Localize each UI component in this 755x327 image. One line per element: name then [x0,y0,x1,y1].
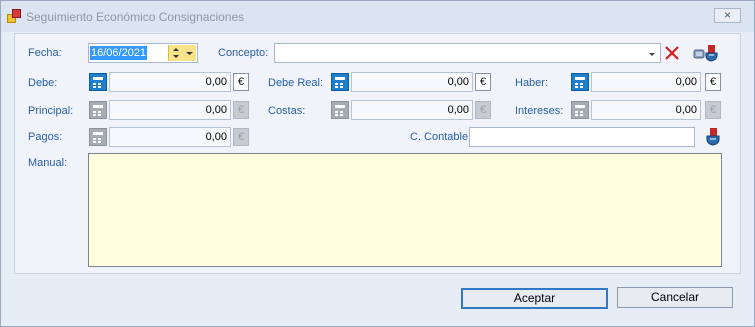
intereses-label: Intereses: [515,105,564,117]
debe-real-label: Debe Real: [268,77,324,89]
costas-calculator-icon [331,101,349,119]
account-lookup-icon[interactable] [705,127,721,147]
costas-field: 0,00 [351,100,473,120]
costas-currency-button: € [475,101,491,119]
concepto-combobox[interactable] [274,43,661,63]
concepto-lookup-icon[interactable] [693,43,723,63]
manual-label: Manual: [28,157,68,169]
close-button[interactable]: × [714,8,741,23]
costas-label: Costas: [268,105,306,117]
clear-concepto-icon[interactable] [664,45,680,61]
concepto-label: Concepto: [218,47,269,59]
debe-currency-button[interactable]: € [233,73,249,91]
fecha-label: Fecha: [28,47,62,59]
title-bar: Seguimiento Económico Consignaciones × [1,1,754,32]
fecha-dropdown[interactable] [183,45,196,61]
intereses-field: 0,00 [591,100,701,120]
haber-label: Haber: [515,77,549,89]
pagos-field: 0,00 [109,127,231,147]
debe-field[interactable]: 0,00 [109,72,231,92]
c-contable-field[interactable] [469,127,695,147]
c-contable-label: C. Contable: [410,131,472,143]
cancel-button[interactable]: Cancelar [617,287,733,308]
manual-textarea[interactable] [88,153,722,267]
chevron-down-icon [649,53,655,56]
principal-currency-button: € [233,101,249,119]
window-title: Seguimiento Económico Consignaciones [26,10,245,24]
chevron-down-icon [186,52,193,55]
fecha-field[interactable]: 16/06/2021 [88,43,198,63]
debe-calculator-icon[interactable] [89,73,107,91]
intereses-currency-button: € [705,101,721,119]
haber-currency-button[interactable]: € [705,73,721,91]
fecha-value: 16/06/2021 [90,46,148,60]
haber-field[interactable]: 0,00 [591,72,701,92]
debe-real-calculator-icon[interactable] [331,73,349,91]
principal-field: 0,00 [109,100,231,120]
spinner-arrows-icon [173,48,179,58]
debe-label: Debe: [28,77,58,89]
debe-real-currency-button[interactable]: € [475,73,491,91]
accept-button[interactable]: Aceptar [461,288,608,309]
pagos-currency-button: € [233,128,249,146]
fecha-spinner[interactable] [168,45,183,61]
haber-calculator-icon[interactable] [571,73,589,91]
close-icon: × [723,8,731,22]
pagos-label: Pagos: [28,131,63,143]
principal-label: Principal: [28,105,74,117]
intereses-calculator-icon [571,101,589,119]
debe-real-field[interactable]: 0,00 [351,72,473,92]
app-icon [7,9,21,23]
principal-calculator-icon [89,101,107,119]
pagos-calculator-icon [89,128,107,146]
dialog-window: Seguimiento Económico Consignaciones × F… [0,0,755,327]
